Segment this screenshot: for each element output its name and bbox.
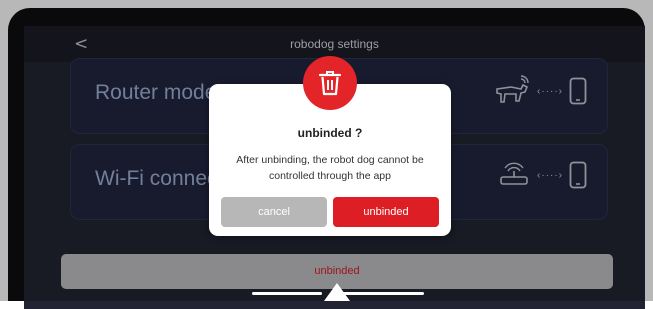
dialog-title: unbinded ?: [297, 126, 363, 140]
dialog-message: After unbinding, the robot dog cannot be…: [236, 154, 424, 182]
tap-pointer: [324, 283, 350, 301]
cancel-button[interactable]: cancel: [221, 197, 327, 227]
gesture-bar-right: [342, 292, 424, 295]
gesture-bar-left: [252, 292, 322, 295]
trash-icon: [318, 71, 342, 96]
confirm-unbind-button[interactable]: unbinded: [333, 197, 439, 227]
trash-icon-badge: [303, 56, 357, 110]
